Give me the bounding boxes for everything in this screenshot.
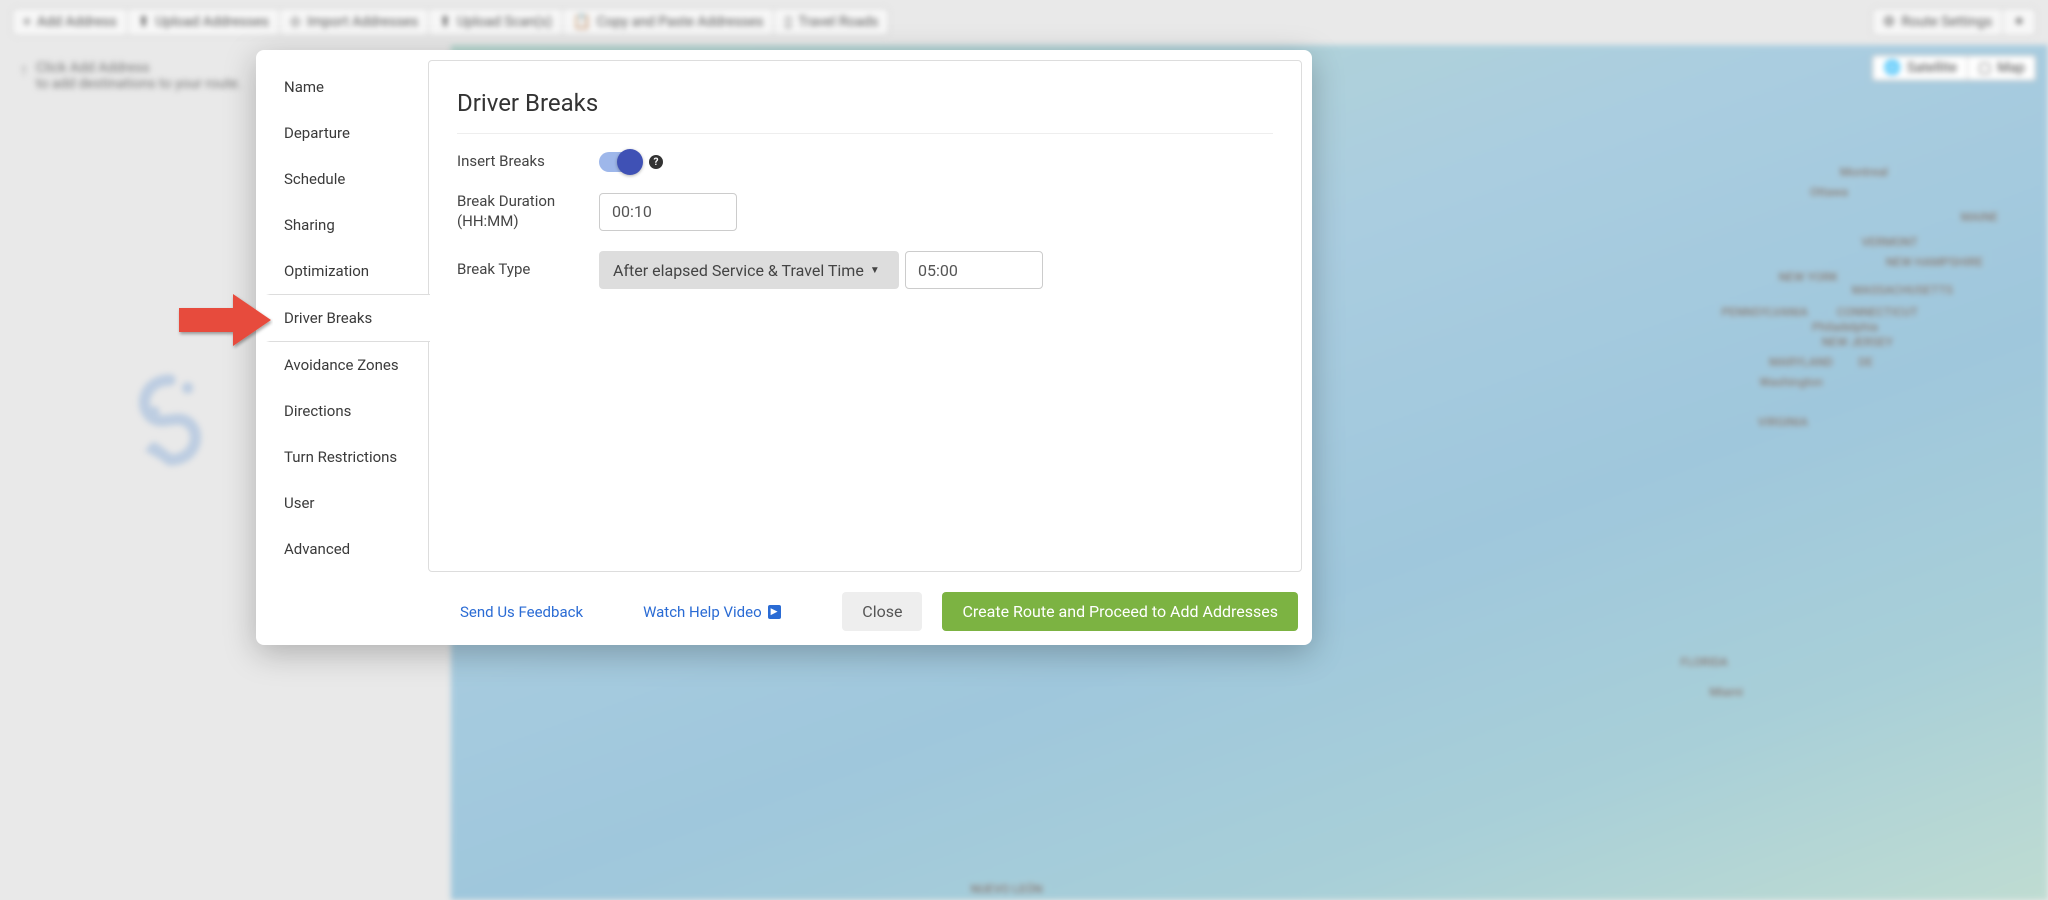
state-label: MAINE xyxy=(1961,210,1998,224)
sidebar-item-avoidance-zones[interactable]: Avoidance Zones xyxy=(266,342,428,388)
state-label: VIRGINIA xyxy=(1758,415,1808,429)
state-label: FLORIDA xyxy=(1680,655,1728,669)
city-label: Washington xyxy=(1759,375,1823,389)
break-type-label: Break Type xyxy=(457,260,599,280)
close-button[interactable]: Close xyxy=(842,592,922,631)
up-arrow-icon: ↑ xyxy=(20,60,28,80)
route-settings-label: Route Settings xyxy=(1901,14,1992,30)
map-type-control[interactable]: 🌐 Satellite ▢ Map xyxy=(1872,55,2036,81)
sidebar-item-turn-restrictions[interactable]: Turn Restrictions xyxy=(266,434,428,480)
route-settings-button[interactable]: ⚙ Route Settings xyxy=(1872,8,2004,36)
add-address-label: Add Address xyxy=(37,14,117,30)
settings-content: Driver Breaks Insert Breaks ? Break Dura… xyxy=(428,60,1302,572)
create-route-button[interactable]: Create Route and Proceed to Add Addresse… xyxy=(942,592,1298,631)
chevron-down-icon: ▼ xyxy=(870,265,880,276)
satellite-label: Satellite xyxy=(1907,60,1957,76)
city-label: Montreal xyxy=(1840,165,1888,179)
state-label: PENNSYLVANIA xyxy=(1721,305,1808,319)
state-label: NEW JERSEY xyxy=(1822,335,1893,349)
state-label: NEW YORK xyxy=(1779,270,1838,284)
sidebar-item-sharing[interactable]: Sharing xyxy=(266,202,428,248)
globe-icon: 🌐 xyxy=(1883,60,1900,76)
city-label: Miami xyxy=(1709,685,1743,699)
upload-icon: ⬆ xyxy=(138,14,150,30)
sidebar-item-advanced[interactable]: Advanced xyxy=(266,526,428,572)
sidebar-item-schedule[interactable]: Schedule xyxy=(266,156,428,202)
upload-icon: ⬆ xyxy=(439,14,451,30)
send-feedback-link[interactable]: Send Us Feedback xyxy=(460,603,583,621)
map-label: Map xyxy=(1997,60,2025,76)
copy-paste-button[interactable]: 📋 Copy and Paste Addresses xyxy=(563,8,774,36)
hint-line2: to add destinations to your route. xyxy=(36,76,241,92)
chevron-icon: ✦ xyxy=(2013,14,2025,30)
route-settings-modal: Name Departure Schedule Sharing Optimiza… xyxy=(256,50,1312,645)
collapse-button[interactable]: ✦ xyxy=(2003,8,2036,36)
settings-sidebar: Name Departure Schedule Sharing Optimiza… xyxy=(266,60,428,572)
city-label: Philadelphia xyxy=(1812,320,1878,334)
map-icon: ▢ xyxy=(1978,60,1991,76)
sidebar-item-optimization[interactable]: Optimization xyxy=(266,248,428,294)
insert-breaks-label: Insert Breaks xyxy=(457,152,599,172)
sidebar-item-driver-breaks[interactable]: Driver Breaks xyxy=(266,294,430,342)
empty-state-hint: ↑ Click Add Address to add destinations … xyxy=(20,60,241,92)
region-label: NUEVO LEÓN xyxy=(971,882,1043,896)
import-addresses-label: Import Addresses xyxy=(307,14,418,30)
road-icon: ▯ xyxy=(784,14,792,30)
insert-breaks-toggle[interactable] xyxy=(599,152,641,172)
state-label: CONNECTICUT xyxy=(1837,305,1918,319)
import-icon: ⎆ xyxy=(290,14,301,30)
travel-roads-button[interactable]: ▯ Travel Roads xyxy=(774,8,889,36)
panel-title: Driver Breaks xyxy=(457,89,1273,134)
state-label: VERMONT xyxy=(1862,235,1919,249)
help-icon[interactable]: ? xyxy=(649,155,663,169)
break-type-selected: After elapsed Service & Travel Time xyxy=(613,261,864,280)
break-duration-label: Break Duration (HH:MM) xyxy=(457,192,599,231)
annotation-arrow xyxy=(177,290,273,350)
sidebar-item-name[interactable]: Name xyxy=(266,64,428,110)
toggle-knob xyxy=(617,149,643,175)
hint-line1: Click Add Address xyxy=(36,60,241,76)
state-label: NEW HAMPSHIRE xyxy=(1886,255,1983,269)
satellite-toggle[interactable]: 🌐 Satellite xyxy=(1873,56,1967,80)
clipboard-icon: 📋 xyxy=(573,14,590,30)
travel-roads-label: Travel Roads xyxy=(798,14,878,30)
watch-help-video-link[interactable]: Watch Help Video ▶ xyxy=(643,603,781,621)
copy-paste-label: Copy and Paste Addresses xyxy=(597,14,764,30)
break-type-time-input[interactable] xyxy=(905,251,1043,289)
city-label: Ottawa xyxy=(1810,185,1848,199)
settings-icon: ⚙ xyxy=(1883,14,1896,30)
map-toggle[interactable]: ▢ Map xyxy=(1967,56,2035,80)
break-type-dropdown[interactable]: After elapsed Service & Travel Time ▼ xyxy=(599,251,899,289)
help-video-label: Watch Help Video xyxy=(643,603,762,621)
top-toolbar: + Add Address ⬆ Upload Addresses ⎆ Import A… xyxy=(12,8,2036,36)
upload-addresses-label: Upload Addresses xyxy=(156,14,269,30)
sidebar-item-user[interactable]: User xyxy=(266,480,428,526)
upload-scans-button[interactable]: ⬆ Upload Scan(s) xyxy=(429,8,563,36)
sidebar-item-directions[interactable]: Directions xyxy=(266,388,428,434)
add-address-button[interactable]: + Add Address xyxy=(12,8,128,36)
break-duration-input[interactable] xyxy=(599,193,737,231)
upload-addresses-button[interactable]: ⬆ Upload Addresses xyxy=(128,8,280,36)
state-label: DE xyxy=(1858,355,1873,369)
state-label: MARYLAND xyxy=(1769,355,1833,369)
play-icon: ▶ xyxy=(768,605,781,619)
state-label: MASSACHUSETTS xyxy=(1852,283,1953,297)
plus-icon: + xyxy=(23,14,31,30)
modal-footer: Send Us Feedback Watch Help Video ▶ Clos… xyxy=(256,582,1312,645)
sidebar-item-departure[interactable]: Departure xyxy=(266,110,428,156)
brand-logo-watermark xyxy=(130,370,210,470)
upload-scans-label: Upload Scan(s) xyxy=(457,14,552,30)
import-addresses-button[interactable]: ⎆ Import Addresses xyxy=(280,8,429,36)
